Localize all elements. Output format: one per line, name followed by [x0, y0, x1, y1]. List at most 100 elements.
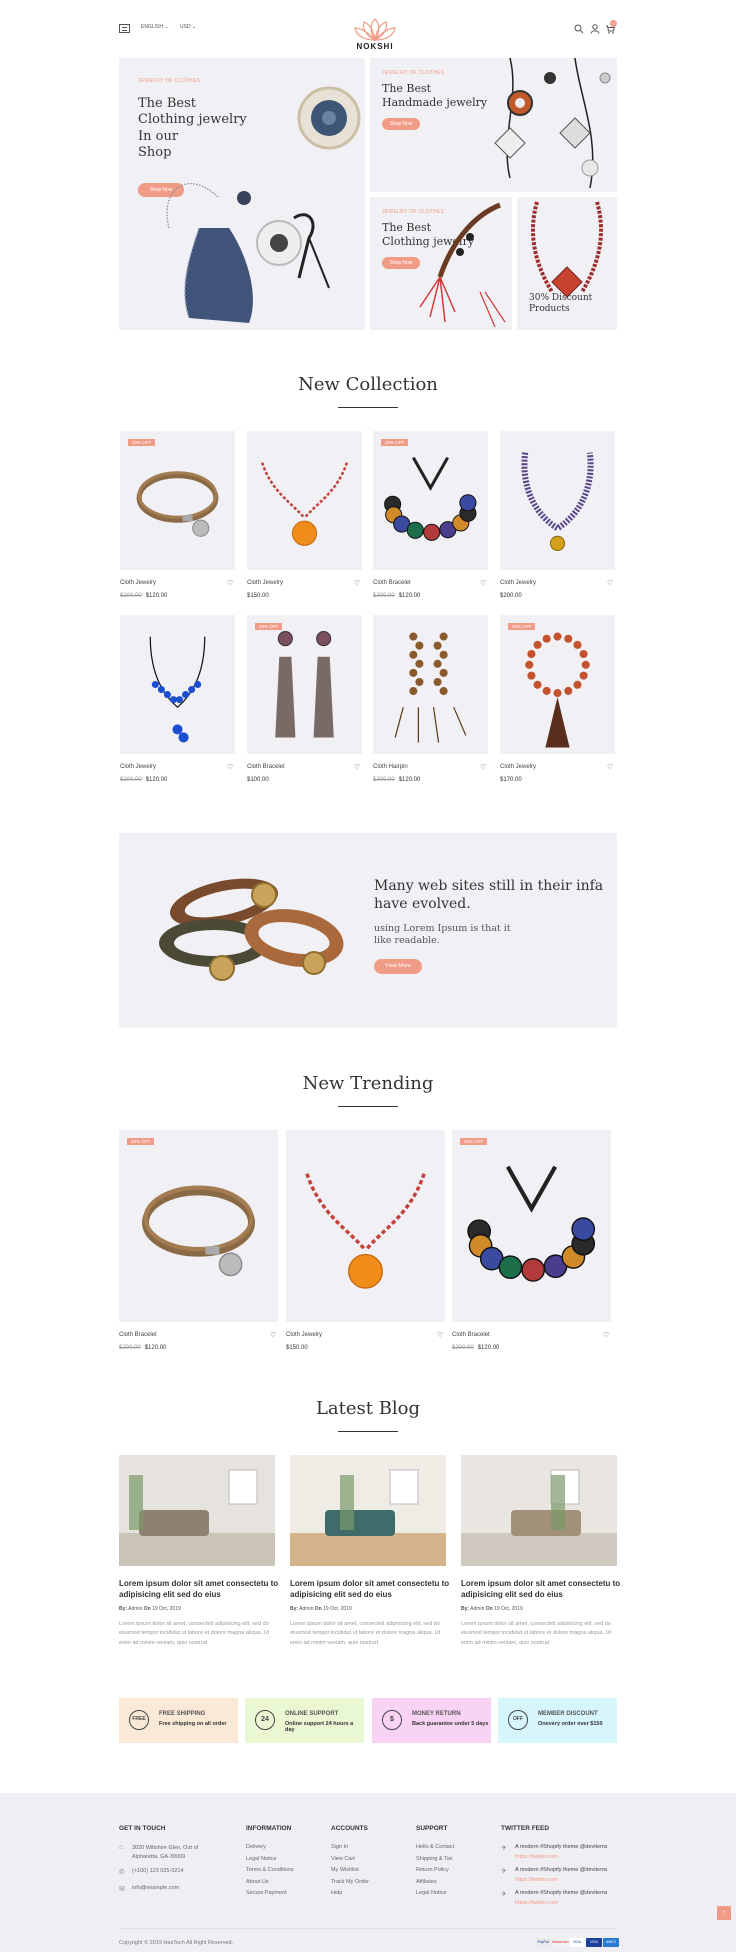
- scroll-to-top-button[interactable]: ↑: [717, 1906, 731, 1920]
- product-image[interactable]: [373, 615, 488, 754]
- feature-member-discount: OFF Member Discount Onevery order over $15…: [498, 1698, 617, 1743]
- product-name[interactable]: Cloth Hairpin: [373, 764, 408, 770]
- product-image[interactable]: [247, 431, 362, 570]
- currency-select[interactable]: USD ⌄: [180, 24, 196, 30]
- blog-image[interactable]: [290, 1455, 446, 1566]
- hero-banner-bottom-left[interactable]: Jewelry of clothes The Best Clothing jew…: [370, 197, 512, 330]
- hero-banner-discount[interactable]: 30% Discount Products: [517, 197, 617, 330]
- bead-bracelet-image: [384, 456, 477, 541]
- footer-link-return-policy[interactable]: Return Policy: [416, 1867, 449, 1873]
- blog-author[interactable]: Admin: [469, 1606, 486, 1612]
- chevron-down-icon: ⌄: [164, 24, 169, 30]
- twitter-icon: ✈: [501, 1845, 507, 1852]
- banner-title: 30% Discount Products: [529, 293, 593, 315]
- blog-author[interactable]: Admin: [298, 1606, 315, 1612]
- product-name[interactable]: Cloth Jewelry: [286, 1332, 322, 1338]
- wishlist-heart-icon[interactable]: ♡: [354, 763, 360, 771]
- product-name[interactable]: Cloth Jewelry: [500, 764, 536, 770]
- hero-banner-top-right[interactable]: Jewelry of clothes The Best Handmade jew…: [370, 58, 617, 192]
- payment-visa-icon: VISA: [586, 1938, 602, 1947]
- footer-link-shipping-tax[interactable]: Shipping & Tax: [416, 1856, 453, 1862]
- footer-link-terms-conditions[interactable]: Terms & Conditions: [246, 1867, 294, 1873]
- product-name[interactable]: Cloth Bracelet: [373, 580, 411, 586]
- footer-link-delivery[interactable]: Delivery: [246, 1844, 266, 1850]
- footer-link-sign-in[interactable]: Sign In: [331, 1844, 348, 1850]
- product-price: $150.00: [286, 1345, 308, 1351]
- hero-banner-main[interactable]: Jewelry of clothes The Best Clothing jew…: [119, 58, 365, 330]
- footer-link-track-my-order[interactable]: Track My Order: [331, 1879, 369, 1885]
- product-name[interactable]: Cloth Jewelry: [247, 580, 283, 586]
- product-image[interactable]: 20% OFF: [500, 615, 615, 754]
- product-image[interactable]: 20% OFF: [373, 431, 488, 570]
- product-image[interactable]: 20% OFF: [247, 615, 362, 754]
- shop-now-button[interactable]: Shop Now: [382, 118, 420, 130]
- feature-subtitle: Back guarantee under 5 days: [412, 1721, 489, 1727]
- tweet-link[interactable]: https://twitter.com: [515, 1900, 558, 1906]
- product-name[interactable]: Cloth Bracelet: [452, 1332, 490, 1338]
- product-name[interactable]: Cloth Bracelet: [119, 1332, 157, 1338]
- footer-link-hello-contact[interactable]: Hello & Contact: [416, 1844, 454, 1850]
- interior-room-image: [461, 1455, 617, 1566]
- discount-badge: 20% OFF: [460, 1138, 488, 1145]
- blog-title[interactable]: Lorem ipsum dolor sit amet consectetu to…: [461, 1578, 621, 1600]
- footer-heading-information: Information: [246, 1825, 292, 1832]
- lotus-logo-icon: [354, 18, 396, 42]
- wishlist-heart-icon[interactable]: ♡: [354, 579, 360, 587]
- current-price: $100.00: [247, 777, 269, 783]
- feature-title: Member Discount: [538, 1711, 598, 1717]
- product-image[interactable]: [500, 431, 615, 570]
- blog-author[interactable]: Admin: [127, 1606, 144, 1612]
- wishlist-heart-icon[interactable]: ♡: [480, 579, 486, 587]
- footer-link-legal-notice[interactable]: Legal Notice: [246, 1856, 277, 1862]
- footer-link-help[interactable]: Help: [331, 1890, 342, 1896]
- feature-title: Online Support: [285, 1711, 339, 1717]
- product-image[interactable]: [286, 1130, 445, 1322]
- feature-subtitle: Free shipping on all order: [159, 1721, 227, 1727]
- email-icon: ✉: [119, 1886, 125, 1893]
- footer-link-secure-payment[interactable]: Secure Payment: [246, 1890, 287, 1896]
- language-select[interactable]: ENGLISH ⌄: [141, 24, 169, 30]
- discount-badge: 20% OFF: [255, 623, 283, 630]
- blog-title[interactable]: Lorem ipsum dolor sit amet consectetu to…: [119, 1578, 279, 1600]
- currency-label: USD: [180, 24, 191, 30]
- product-name[interactable]: Cloth Jewelry: [120, 580, 156, 586]
- wishlist-heart-icon[interactable]: ♡: [603, 1331, 609, 1339]
- footer-email[interactable]: info@example.com: [132, 1885, 179, 1891]
- product-price: $200.00 $120.00: [452, 1345, 499, 1351]
- site-logo[interactable]: NOKSHI: [351, 18, 399, 51]
- product-name[interactable]: Cloth Bracelet: [247, 764, 285, 770]
- footer-link-my-wishlist[interactable]: My Wishlist: [331, 1867, 359, 1873]
- product-image[interactable]: 20% OFF: [119, 1130, 278, 1322]
- current-price: $200.00: [500, 593, 522, 599]
- discount-badge: 20% OFF: [508, 623, 536, 630]
- product-image[interactable]: [120, 615, 235, 754]
- blog-title[interactable]: Lorem ipsum dolor sit amet consectetu to…: [290, 1578, 450, 1600]
- product-image[interactable]: 20% OFF: [120, 431, 235, 570]
- blog-image[interactable]: [119, 1455, 275, 1566]
- wishlist-heart-icon[interactable]: ♡: [480, 763, 486, 771]
- footer-link-view-cart[interactable]: View Cart: [331, 1856, 355, 1862]
- view-more-button[interactable]: View More: [374, 959, 422, 974]
- blog-image[interactable]: [461, 1455, 617, 1566]
- product-price: $170.00: [500, 777, 522, 783]
- banner-tag: Jewelry of clothes: [382, 70, 445, 76]
- footer-link-about-us[interactable]: About Us: [246, 1879, 269, 1885]
- tweet-text: A modern #Shopify theme @devitems: [515, 1867, 608, 1873]
- wishlist-heart-icon[interactable]: ♡: [607, 763, 613, 771]
- wishlist-heart-icon[interactable]: ♡: [607, 579, 613, 587]
- tweet-link[interactable]: https://twitter.com: [515, 1877, 558, 1883]
- user-icon[interactable]: [590, 24, 600, 34]
- tweet-link[interactable]: https://twitter.com: [515, 1854, 558, 1860]
- menu-icon[interactable]: [119, 24, 130, 33]
- wishlist-heart-icon[interactable]: ♡: [227, 763, 233, 771]
- section-divider: [338, 1431, 398, 1432]
- footer-link-legal-notice[interactable]: Legal Notice: [416, 1890, 447, 1896]
- product-image[interactable]: 20% OFF: [452, 1130, 611, 1322]
- product-name[interactable]: Cloth Jewelry: [500, 580, 536, 586]
- product-name[interactable]: Cloth Jewelry: [120, 764, 156, 770]
- footer-link-affiliates[interactable]: Affiliates: [416, 1879, 437, 1885]
- wishlist-heart-icon[interactable]: ♡: [437, 1331, 443, 1339]
- search-icon[interactable]: [574, 24, 584, 34]
- wishlist-heart-icon[interactable]: ♡: [270, 1331, 276, 1339]
- wishlist-heart-icon[interactable]: ♡: [227, 579, 233, 587]
